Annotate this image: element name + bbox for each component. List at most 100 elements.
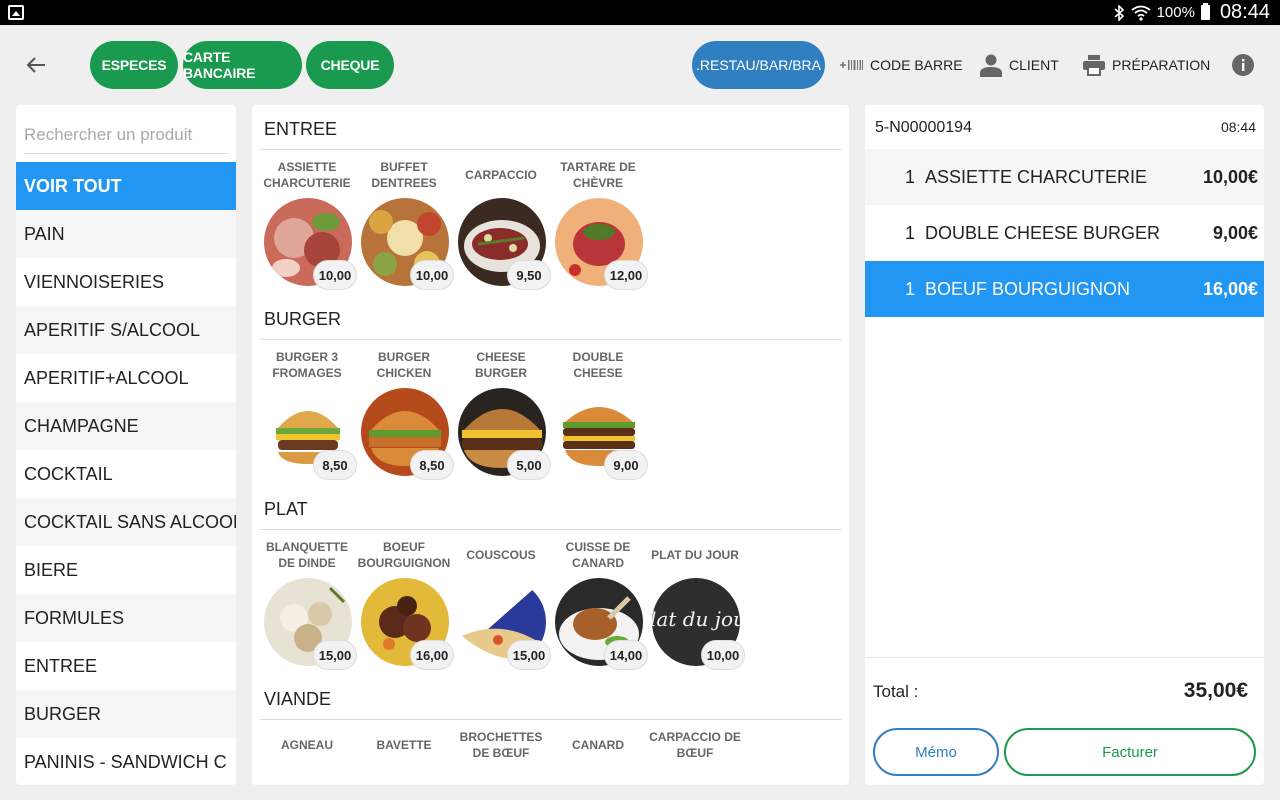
line-name: ASSIETTE CHARCUTERIE [925,166,1148,187]
person-icon [980,54,1002,77]
ticket-line-selected[interactable]: 1 BOEUF BOURGUIGNON 16,00€ [865,261,1264,317]
clock: 08:44 [1219,1,1270,23]
product-name: ASSIETTE CHARCUTERIE [263,160,351,190]
product-price: 8,50 [313,450,357,480]
product-name: COUSCOUS [466,548,536,562]
line-name: BOEUF BOURGUIGNON [925,278,1131,299]
ticket-time: 08:44 [1220,119,1256,135]
preparation-label: PRÉPARATION [1112,57,1211,73]
category-item[interactable]: BURGER [16,690,236,738]
category-item[interactable]: COCKTAIL [16,450,236,498]
client-label: CLIENT [1009,57,1059,73]
product-price: 10,00 [410,260,454,290]
product-price: 14,00 [604,640,648,670]
category-panel: VOIR TOUT PAIN VIENNOISERIES APERITIF S/… [16,105,236,785]
product-name: CHEESE BURGER [474,350,527,380]
line-quantity: 1 [905,222,916,243]
section-divider [260,149,841,150]
category-item[interactable]: PAIN [16,210,236,258]
product-price: 9,50 [507,260,551,290]
memo-button[interactable]: Mémo [873,728,999,776]
category-item[interactable]: CHAMPAGNE [16,402,236,450]
barcode-icon [840,60,863,70]
product-price: 16,00 [410,640,454,670]
product-name: BROCHETTES DE BŒUF [459,730,543,760]
product-price: 9,00 [604,450,648,480]
bluetooth-icon [1114,4,1124,21]
category-item[interactable]: BIERE [16,546,236,594]
search-input[interactable] [24,113,228,154]
product-price: 10,00 [313,260,357,290]
product-price: 15,00 [507,640,551,670]
barcode-button[interactable]: CODE BARRE [840,49,963,81]
wifi-icon [1131,5,1151,21]
ticket-number: 5-N00000194 [875,119,972,136]
product-name: AGNEAU [280,738,333,752]
category-item[interactable]: PANINIS - SANDWICH C [16,738,236,785]
battery-icon [1200,3,1210,20]
info-button[interactable] [1232,49,1254,81]
status-right: 100% 08:44 [1113,0,1270,25]
section-title: VIANDE [264,689,332,709]
battery-percent: 100% [1156,4,1195,21]
product-panel: ENTREE ASSIETTE CHARCUTERIE 10,00 BUFFET… [252,105,849,785]
ticket-line[interactable]: 1 ASSIETTE CHARCUTERIE 10,00€ [865,149,1264,205]
status-bar: 100% 08:44 [0,0,1280,25]
section-divider [260,339,841,340]
card-button[interactable]: CARTE BANCAIRE [183,41,302,89]
line-amount: 16,00€ [1202,278,1258,299]
category-item[interactable]: APERITIF+ALCOOL [16,354,236,402]
line-quantity: 1 [905,278,916,299]
invoice-button[interactable]: Facturer [1004,728,1256,776]
ticket-line[interactable]: 1 DOUBLE CHEESE BURGER 9,00€ [865,205,1264,261]
cheque-button[interactable]: CHEQUE [306,41,394,89]
toolbar: ESPECES CARTE BANCAIRE CHEQUE .RESTAU/BA… [0,25,1280,105]
category-item[interactable]: COCKTAIL SANS ALCOOL [16,498,236,546]
cash-button[interactable]: ESPECES [90,41,178,89]
product-name: CARPACCIO [465,168,537,182]
line-quantity: 1 [905,166,916,187]
printer-icon [1083,55,1105,76]
mode-button[interactable]: .RESTAU/BAR/BRA [692,41,825,89]
category-item[interactable]: ENTREE [16,642,236,690]
product-name: BURGER CHICKEN [376,350,432,380]
product-price: 5,00 [507,450,551,480]
product-price: 15,00 [313,640,357,670]
product-name: DOUBLE CHEESE [572,350,624,380]
product-name: TARTARE DE CHÈVRE [560,160,636,190]
line-amount: 10,00€ [1202,166,1258,187]
barcode-label: CODE BARRE [870,57,963,73]
product-name: CARPACCIO DE BŒUF [649,730,741,760]
ticket-header: 5-N00000194 08:44 [865,105,1264,149]
category-item[interactable]: FORMULES [16,594,236,642]
product-name: PLAT DU JOUR [651,548,739,562]
section-divider [260,719,841,720]
product-name: BOEUF BOURGUIGNON [357,540,451,570]
product-name: BURGER 3 FROMAGES [272,350,342,380]
arrow-left-icon [26,57,45,73]
info-icon [1232,54,1254,76]
ticket-panel: 5-N00000194 08:44 1 ASSIETTE CHARCUTERIE… [865,105,1264,785]
section-title: ENTREE [264,119,338,139]
product-name: BUFFET DENTREES [371,160,437,190]
client-button[interactable]: CLIENT [979,49,1059,81]
product-price: 8,50 [410,450,454,480]
category-item[interactable]: VOIR TOUT [16,162,236,210]
line-name: DOUBLE CHEESE BURGER [925,222,1161,243]
line-amount: 9,00€ [1212,222,1258,243]
product-price: 10,00 [701,640,745,670]
back-button[interactable] [22,52,50,78]
product-name: CANARD [572,738,624,752]
total-amount: 35,00€ [1183,679,1248,702]
search-bar [16,105,236,162]
product-price: 12,00 [604,260,648,290]
category-item[interactable]: APERITIF S/ALCOOL [16,306,236,354]
preparation-button[interactable]: PRÉPARATION [1082,49,1210,81]
plat-du-jour-logo: Plat du jour [652,607,740,631]
section-divider [260,529,841,530]
category-item[interactable]: VIENNOISERIES [16,258,236,306]
gallery-icon [8,5,24,20]
total-label: Total : [873,682,919,701]
product-name: BAVETTE [376,738,432,752]
total-divider [865,657,1264,658]
